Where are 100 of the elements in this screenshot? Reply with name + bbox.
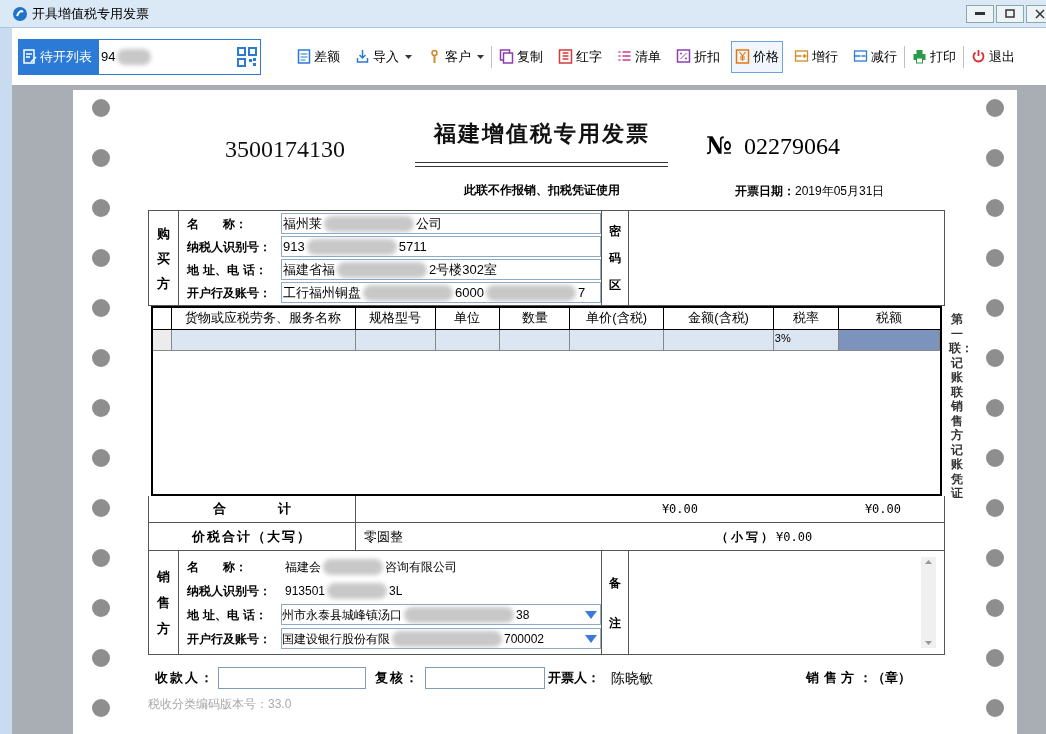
punch-hole [91,199,110,217]
maximize-button[interactable] [996,4,1024,23]
toolbar-button[interactable]: 客户 [423,40,488,73]
grand-total-label: 价税合计（大写） [149,523,356,550]
invoice-date: 2019年05月31日 [795,183,885,200]
pending-list-selector[interactable]: 待开列表 94 [18,38,261,75]
punch-hole [986,599,1004,617]
table-cell[interactable] [838,330,940,350]
input-field[interactable]: 福建省福 2号楼302室 [281,259,601,280]
field-label: 名 称： [187,215,248,233]
document-icon [296,49,311,64]
dropdown-arrow-icon[interactable] [585,610,597,619]
caret-icon [477,54,484,59]
field-label: 纳税人识别号： [187,582,272,600]
table-cell[interactable] [664,330,774,350]
input-field[interactable]: 工行福州铜盘 6000 7 [281,282,601,303]
input-field[interactable]: 福州莱 公司 [281,213,601,234]
qr-code-icon[interactable] [237,46,257,67]
copy-icon [499,49,514,64]
toolbar-button[interactable]: 退出 [967,40,1019,73]
toolbar-button[interactable]: 复制 [495,40,547,73]
punch-hole [986,299,1004,317]
list-icon [617,49,632,64]
toolbar-button[interactable]: 红字 [554,40,606,73]
remarks-label: 备注 [609,574,621,632]
book-icon [558,49,573,64]
field-label: 名 称： [187,558,248,576]
window-title: 开具增值税专用发票 [32,4,149,23]
column-header: 数量 [500,308,570,329]
punch-hole [91,99,110,117]
number-sign: № [706,130,733,162]
punch-hole [986,249,1004,267]
scrollbar[interactable] [921,557,936,648]
toolbar-button[interactable]: 打印 [908,40,960,73]
blurred-patch [117,48,152,65]
table-cell[interactable] [171,330,356,350]
punch-hole [986,549,1004,567]
toolbar-button[interactable]: 价格 [731,40,783,73]
import-icon [355,49,370,64]
blurred-patch [327,582,388,599]
table-cell[interactable] [355,330,436,350]
dropdown-field[interactable]: 州市永泰县城峰镇汤口 38 [281,604,601,625]
punch-hole [986,449,1004,467]
punch-hole [986,649,1004,667]
toolbar-button[interactable]: 导入 [351,40,416,73]
seller-seal-label: 销 售 方 ：（章） [806,669,911,688]
scroll-down-icon[interactable] [925,641,932,645]
toolbar-button[interactable]: 增行 [790,40,842,73]
punch-hole [91,649,110,667]
payee-field[interactable] [218,667,366,689]
table-cell[interactable] [569,330,665,350]
row-header[interactable] [153,330,172,350]
cipher-area-label: 密码区 [609,222,621,294]
punch-hole [986,99,1004,117]
toolbar-button[interactable]: 减行 [849,40,901,73]
remove-row-icon [853,49,868,64]
column-header: 单位 [435,308,501,329]
total-amount: ¥0.00 [660,501,698,518]
column-header: 单价(含税) [569,308,665,329]
dropdown-arrow-icon[interactable] [585,634,597,643]
punch-hole [986,149,1004,167]
table-cell[interactable]: 3% [773,330,839,350]
column-header: 税额 [875,309,904,327]
field-label: 开户行及账号： [187,284,272,302]
add-row-icon [794,49,809,64]
punch-hole [986,349,1004,367]
power-icon [971,49,986,64]
table-cell[interactable] [435,330,501,350]
issuer-name: 陈晓敏 [611,668,653,688]
blurred-patch [323,558,383,575]
field-label: 纳税人识别号： [187,238,272,256]
close-icon [1035,8,1045,19]
scroll-up-icon[interactable] [925,560,932,564]
punch-hole [91,699,110,717]
table-cell[interactable] [500,330,570,350]
punch-hole [91,549,110,567]
total-tax: ¥0.00 [863,501,901,518]
toolbar-button[interactable]: 折扣 [672,40,724,73]
punch-hole [986,499,1004,517]
column-header: 规格型号 [355,308,436,329]
field-label: 地 址、电 话： [187,606,269,624]
input-field[interactable]: 913 5711 [281,236,601,257]
reviewer-label: 复核： [375,669,421,688]
toolbar-button[interactable]: 清单 [613,40,665,73]
toolbar-button[interactable]: 差额 [292,40,344,73]
punch-hole [986,199,1004,217]
punch-hole [91,449,110,467]
field-label: 地 址、电 话： [187,261,269,279]
list-edit-icon [23,48,37,65]
date-label: 开票日期： [735,183,795,200]
column-header: 货物或应税劳务、服务名称 [171,308,356,329]
minimize-button[interactable] [966,4,994,23]
punch-hole [986,399,1004,417]
figures-label: （小写） [716,528,776,546]
percent-icon [676,49,691,64]
close-button[interactable] [1026,4,1046,23]
reviewer-field[interactable] [425,667,545,689]
invoice-title: 福建增值税专用发票 [433,119,650,148]
dropdown-field[interactable]: 国建设银行股份有限 700002 [281,628,601,649]
payee-label: 收款人： [155,669,216,688]
